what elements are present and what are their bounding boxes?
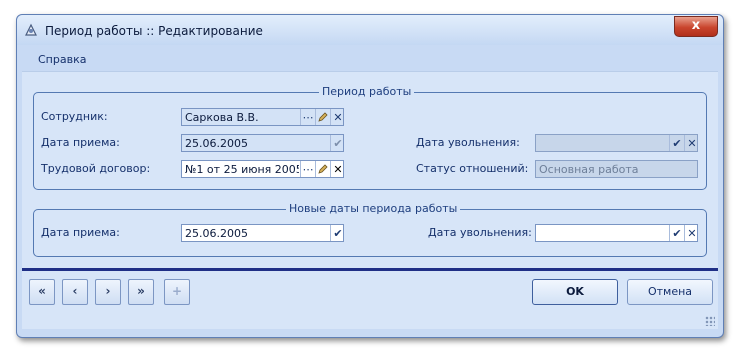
contract-label: Трудовой договор: (41, 162, 151, 175)
contract-value: №1 от 25 июня 2005 г (185, 163, 299, 176)
employee-value: Саркова В.В. (185, 111, 259, 124)
hire-date-label: Дата приема: (41, 136, 120, 149)
ellipsis-icon[interactable]: ⋯ (300, 161, 315, 177)
chevron-left-icon: ‹ (72, 284, 78, 298)
check-icon[interactable]: ✔ (669, 135, 684, 151)
clear-icon[interactable]: ✕ (684, 225, 699, 241)
new-hire-date-value: 25.06.2005 (185, 227, 248, 240)
check-icon[interactable]: ✔ (330, 225, 345, 241)
period-group-title: Период работы (319, 85, 415, 98)
window-title: Период работы :: Редактирование (45, 24, 263, 38)
ok-button[interactable]: OK (532, 279, 618, 305)
ellipsis-icon[interactable]: ⋯ (300, 109, 315, 125)
clear-icon[interactable]: ✕ (684, 135, 699, 151)
double-chevron-right-icon: » (137, 284, 145, 298)
check-icon[interactable]: ✔ (330, 135, 345, 151)
hire-date-value: 25.06.2005 (185, 137, 248, 150)
relation-status-label: Статус отношений: (416, 162, 529, 175)
clear-icon[interactable]: ✕ (330, 109, 345, 125)
chevron-right-icon: › (105, 284, 111, 298)
plus-icon: + (171, 284, 183, 298)
period-group: Период работы Сотрудник: Саркова В.В. ⋯ … (33, 85, 707, 190)
relation-status-value: Основная работа (539, 163, 639, 176)
new-dismissal-date-label: Дата увольнения: (428, 226, 532, 239)
new-hire-date-field[interactable]: 25.06.2005 ✔ (181, 224, 344, 242)
app-icon (25, 23, 37, 36)
menu-bar: Справка (17, 45, 723, 71)
resize-grip-icon[interactable] (705, 316, 715, 326)
new-dates-group-title: Новые даты периода работы (286, 202, 461, 215)
cancel-button[interactable]: Отмена (627, 279, 713, 305)
first-record-button[interactable]: « (29, 279, 55, 305)
bottom-bar: « ‹ › » + OK Отмена (22, 271, 718, 329)
hire-date-field[interactable]: 25.06.2005 ✔ (181, 134, 344, 152)
clear-icon[interactable]: ✕ (330, 161, 345, 177)
menu-item-help[interactable]: Справка (38, 53, 86, 66)
next-record-button[interactable]: › (95, 279, 121, 305)
form-area: Период работы Сотрудник: Саркова В.В. ⋯ … (22, 71, 718, 278)
new-dismissal-date-field[interactable]: ✔ ✕ (535, 224, 698, 242)
contract-field[interactable]: №1 от 25 июня 2005 г ⋯ ✕ (181, 160, 344, 178)
dialog-window: Период работы :: Редактирование x Справк… (16, 14, 724, 338)
dismissal-date-label: Дата увольнения: (416, 136, 520, 149)
add-record-button[interactable]: + (164, 279, 190, 305)
close-icon: x (691, 18, 701, 33)
new-hire-date-label: Дата приема: (41, 226, 120, 239)
last-record-button[interactable]: » (128, 279, 154, 305)
close-button[interactable]: x (674, 16, 718, 37)
employee-label: Сотрудник: (41, 110, 108, 123)
pencil-icon[interactable] (315, 161, 330, 177)
double-chevron-left-icon: « (38, 284, 46, 298)
employee-field[interactable]: Саркова В.В. ⋯ ✕ (181, 108, 344, 126)
prev-record-button[interactable]: ‹ (62, 279, 88, 305)
title-bar[interactable]: Период работы :: Редактирование x (17, 15, 723, 45)
check-icon[interactable]: ✔ (669, 225, 684, 241)
relation-status-field: Основная работа (535, 160, 698, 178)
dismissal-date-field[interactable]: ✔ ✕ (535, 134, 698, 152)
pencil-icon[interactable] (315, 109, 330, 125)
new-dates-group: Новые даты периода работы Дата приема: 2… (33, 202, 707, 257)
